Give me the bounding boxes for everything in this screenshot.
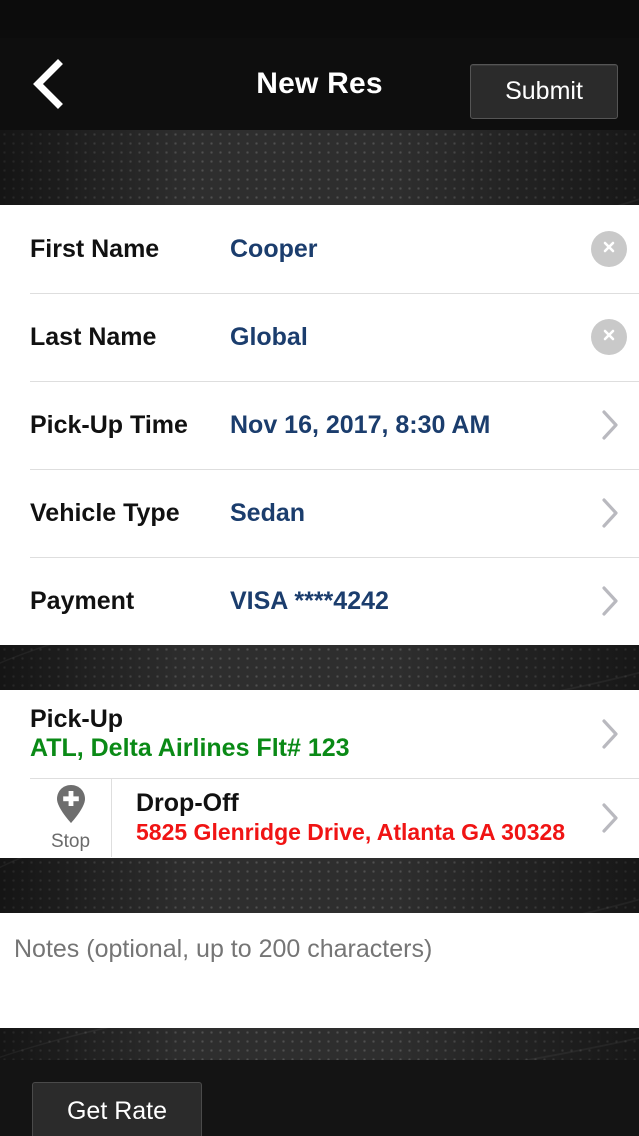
dropoff-text-group: Drop-Off 5825 Glenridge Drive, Atlanta G…	[136, 789, 565, 846]
chevron-right-icon	[599, 584, 621, 618]
chevron-right-icon	[599, 717, 621, 751]
map-pin-plus-icon	[54, 783, 88, 830]
dropoff-detail: 5825 Glenridge Drive, Atlanta GA 30328	[136, 818, 566, 845]
footer-bar: Get Rate	[0, 1060, 639, 1136]
field-value: VISA ****4242	[230, 586, 389, 615]
field-row-first-name[interactable]: First Name Cooper	[0, 205, 639, 293]
chevron-right-icon	[599, 496, 621, 530]
reservation-form-card: First Name Cooper Last Name Global Pick-…	[0, 205, 639, 645]
navigation-bar: New Res Submit	[0, 38, 639, 130]
trip-card: Pick-Up ATL, Delta Airlines Flt# 123 Sto…	[0, 690, 639, 858]
notes-input[interactable]	[14, 935, 621, 964]
field-label: Payment	[30, 586, 135, 615]
clear-last-name-button[interactable]	[591, 319, 627, 355]
field-value: Sedan	[230, 498, 306, 527]
get-rate-button[interactable]: Get Rate	[32, 1082, 202, 1136]
map-texture-band-middle	[0, 645, 639, 690]
map-texture-band-notes	[0, 858, 639, 913]
field-row-last-name[interactable]: Last Name Global	[0, 293, 639, 381]
app-screen: New Res Submit First Name Cooper Last Na…	[0, 0, 639, 1136]
map-texture-band-bottom	[0, 1028, 639, 1060]
add-stop-label: Stop	[50, 831, 91, 852]
pickup-detail: ATL, Delta Airlines Flt# 123	[30, 734, 350, 762]
field-label: Last Name	[30, 322, 157, 351]
field-value: Cooper	[230, 234, 318, 263]
dropoff-title: Drop-Off	[136, 789, 239, 818]
chevron-right-icon	[599, 801, 621, 835]
submit-button[interactable]: Submit	[470, 64, 618, 119]
chevron-right-icon	[599, 408, 621, 442]
field-value: Nov 16, 2017, 8:30 AM	[230, 410, 491, 439]
status-bar	[0, 0, 639, 38]
field-row-pickup-time[interactable]: Pick-Up Time Nov 16, 2017, 8:30 AM	[0, 381, 639, 469]
dropoff-row[interactable]: Stop Drop-Off 5825 Glenridge Drive, Atla…	[0, 778, 639, 858]
field-value: Global	[230, 322, 308, 351]
close-icon	[599, 237, 619, 262]
pickup-row[interactable]: Pick-Up ATL, Delta Airlines Flt# 123	[0, 690, 639, 778]
field-label: Vehicle Type	[30, 498, 180, 527]
field-row-payment[interactable]: Payment VISA ****4242	[0, 557, 639, 645]
pickup-title: Pick-Up	[30, 704, 124, 733]
clear-first-name-button[interactable]	[591, 231, 627, 267]
field-label: Pick-Up Time	[30, 410, 188, 439]
close-icon	[599, 325, 619, 350]
notes-section	[0, 913, 639, 1028]
field-label: First Name	[30, 234, 160, 263]
field-row-vehicle-type[interactable]: Vehicle Type Sedan	[0, 469, 639, 557]
map-texture-band-top	[0, 130, 639, 205]
add-stop-button[interactable]: Stop	[30, 779, 112, 857]
